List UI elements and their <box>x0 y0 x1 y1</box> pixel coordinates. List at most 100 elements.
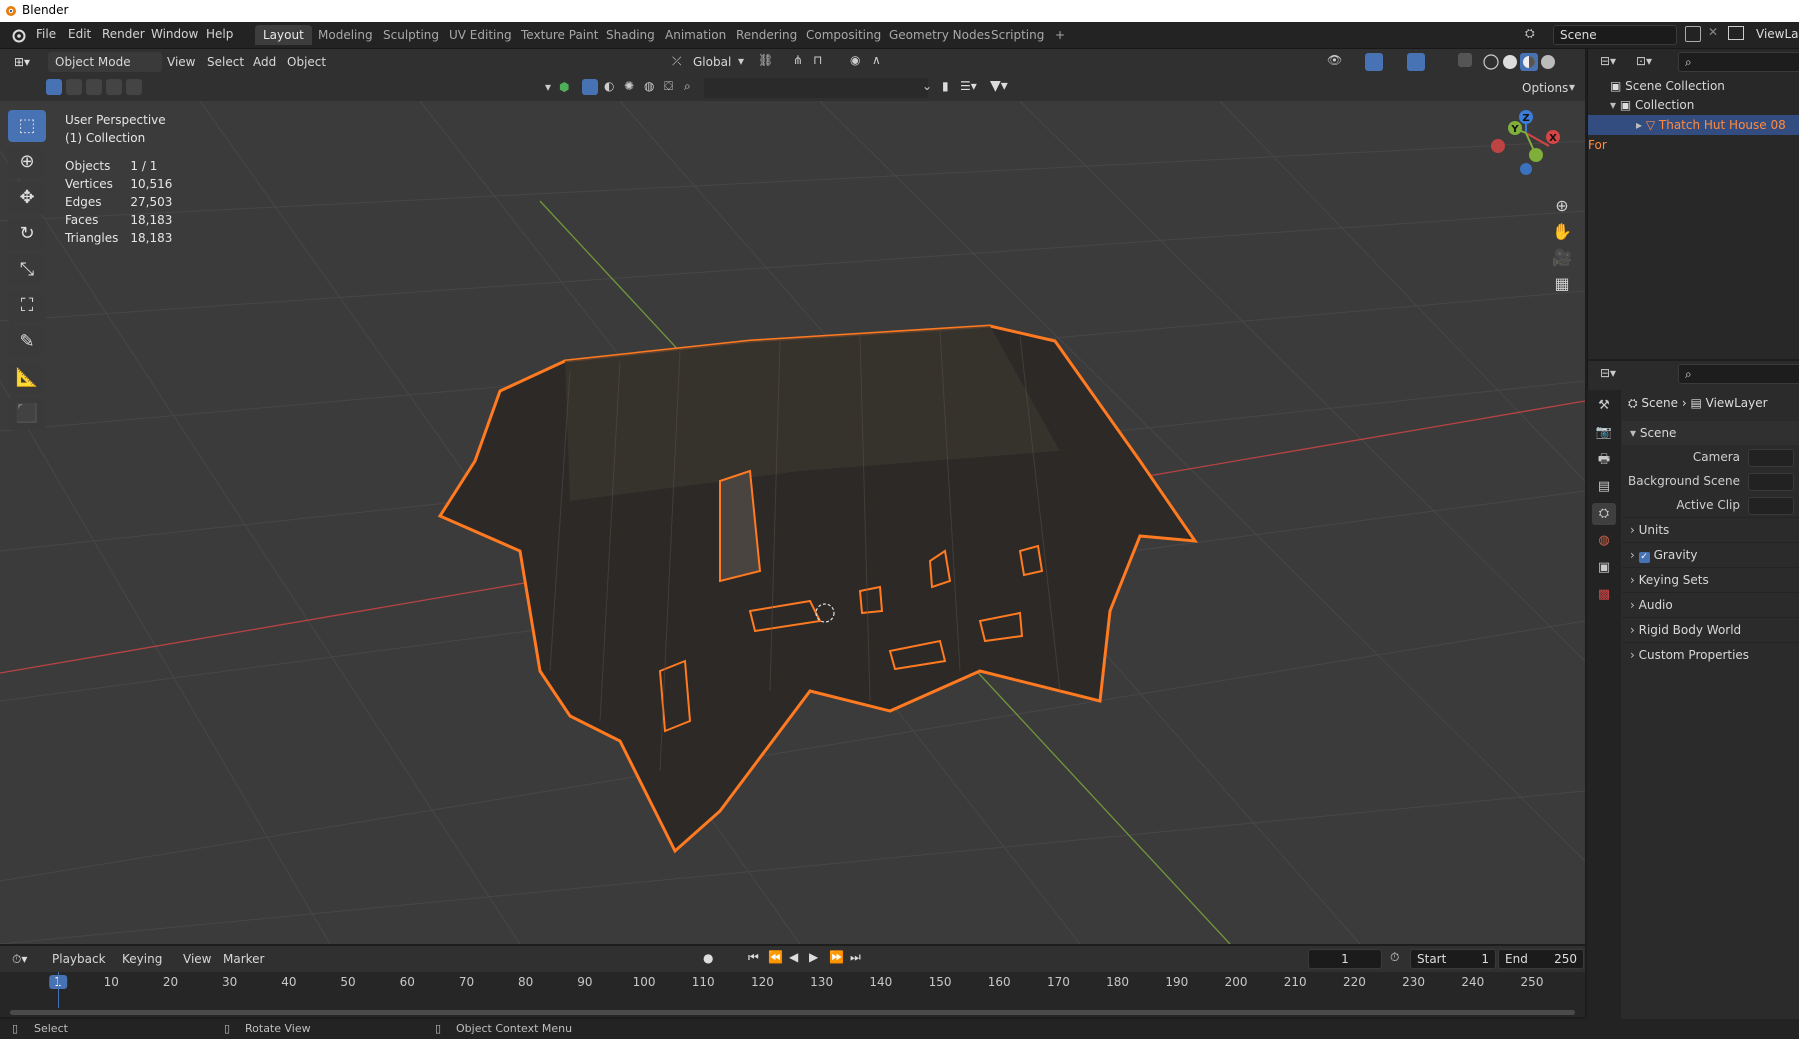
3d-viewport[interactable]: User Perspective (1) Collection Objects 1… <box>0 101 1585 944</box>
chevron-down-icon[interactable]: ▾ <box>1610 98 1620 112</box>
search-icon[interactable]: ⌕ <box>684 79 691 94</box>
viewport-menu-view[interactable]: View <box>167 53 195 71</box>
tab-rendering[interactable]: Rendering <box>728 25 805 45</box>
transform-tool-icon[interactable]: ⛶ <box>8 290 46 322</box>
chevron-right-icon[interactable]: › <box>1630 648 1639 662</box>
next-keyframe-icon[interactable]: ⏩ <box>829 950 844 964</box>
filter-world-icon[interactable]: ◍ <box>644 79 654 93</box>
snap-target-icon[interactable]: ⊓ <box>813 53 822 67</box>
falloff-icon[interactable]: ∧ <box>872 53 881 67</box>
select-mode-new-icon[interactable] <box>46 79 62 95</box>
xray-toggle-icon[interactable] <box>1458 53 1472 67</box>
outliner-display-mode-icon[interactable]: ⊟▾ <box>1600 54 1616 68</box>
tab-compositing[interactable]: Compositing <box>798 25 889 45</box>
record-icon[interactable]: ● <box>703 951 713 965</box>
scene-tab-icon[interactable]: ⛭ <box>1592 503 1616 525</box>
add-cube-tool-icon[interactable]: ⬛ <box>8 398 46 430</box>
scene-selector-icon[interactable]: ⛭ <box>1525 26 1535 41</box>
annotate-tool-icon[interactable]: ✎ <box>8 326 46 358</box>
gizmo-toggle-icon[interactable] <box>1365 53 1383 71</box>
viewport-search-input[interactable] <box>704 78 928 98</box>
subsection-rigid-body-world[interactable]: › Rigid Body World <box>1622 617 1799 642</box>
viewlayer-field[interactable]: ViewLay <box>1756 27 1799 41</box>
timeline-menu-view[interactable]: View <box>183 950 211 968</box>
chevron-right-icon[interactable]: › <box>1630 623 1639 637</box>
view-layer-tab-icon[interactable]: ▤ <box>1592 476 1616 498</box>
menu-file[interactable]: File <box>36 27 56 41</box>
mode-selector[interactable]: Object Mode <box>48 52 162 72</box>
chevron-down-icon[interactable]: ▾ <box>545 80 551 94</box>
menu-edit[interactable]: Edit <box>68 27 91 41</box>
ortho-toggle-icon[interactable]: ▦ <box>1549 271 1575 297</box>
play-icon[interactable]: ▶ <box>809 950 818 964</box>
chevron-down-icon[interactable]: ▾ <box>1630 426 1640 440</box>
editor-type-icon[interactable]: ⊞▾ <box>14 53 30 71</box>
cursor-tool-icon[interactable]: ⊕ <box>8 146 46 178</box>
bookmark-icon[interactable]: ▮ <box>942 79 949 93</box>
viewport-menu-select[interactable]: Select <box>207 53 244 71</box>
blender-menu-icon[interactable] <box>10 27 26 43</box>
chevron-right-icon[interactable]: › <box>1630 573 1639 587</box>
start-frame-field[interactable]: Start 1 <box>1410 949 1496 969</box>
menu-window[interactable]: Window <box>151 27 198 41</box>
options-dropdown[interactable]: Options <box>1522 79 1568 97</box>
scene-field[interactable]: Scene <box>1553 25 1677 45</box>
pan-hand-icon[interactable]: ✋ <box>1549 219 1575 245</box>
select-box-tool-icon[interactable]: ⬚ <box>8 110 46 142</box>
sort-icon[interactable]: ☰▾ <box>960 79 977 93</box>
select-mode-intersect-icon[interactable] <box>126 79 142 95</box>
world-tab-icon[interactable]: ◍ <box>1592 530 1616 552</box>
navigation-gizmo[interactable]: Z Y X <box>1480 101 1570 181</box>
pivot-point-icon[interactable]: ⛓ <box>758 53 773 67</box>
property-value-field[interactable] <box>1748 448 1794 467</box>
outliner-row-object[interactable]: ▸ ▽ Thatch Hut House 08 For <box>1588 115 1799 152</box>
object-type-filter-icon[interactable]: ⬢ <box>559 80 569 94</box>
chevron-right-icon[interactable]: › <box>1630 523 1639 537</box>
subsection-keying-sets[interactable]: › Keying Sets <box>1622 567 1799 592</box>
tab-layout[interactable]: Layout <box>255 25 312 45</box>
proportional-edit-icon[interactable]: ◉ <box>850 53 860 67</box>
render-tab-icon[interactable]: 📷 <box>1592 422 1616 444</box>
measure-tool-icon[interactable]: 📐 <box>8 362 46 394</box>
tab-uv-editing[interactable]: UV Editing <box>441 25 520 45</box>
timeline-menu-keying[interactable]: Keying <box>122 950 162 968</box>
filter-mesh-icon[interactable] <box>582 79 598 95</box>
subsection-units[interactable]: › Units <box>1622 517 1799 542</box>
selected-hut-model[interactable] <box>420 251 1210 871</box>
outliner-row-collection[interactable]: ▾ ▣ Collection <box>1610 95 1694 115</box>
menu-render[interactable]: Render <box>102 27 145 41</box>
viewlayer-icon[interactable] <box>1728 26 1744 40</box>
outliner-row-scene-collection[interactable]: ▣ Scene Collection <box>1610 76 1725 96</box>
end-frame-field[interactable]: End 250 <box>1498 949 1584 969</box>
tab-texture-paint[interactable]: Texture Paint <box>513 25 606 45</box>
outliner-filter-icon[interactable]: ⊡▾ <box>1636 54 1652 68</box>
play-reverse-icon[interactable]: ◀ <box>789 950 798 964</box>
filter-material-icon[interactable]: ◐ <box>604 79 614 93</box>
tab-shading[interactable]: Shading <box>598 25 663 45</box>
tab-animation[interactable]: Animation <box>657 25 734 45</box>
current-frame-field[interactable]: 1 <box>1308 949 1382 969</box>
move-tool-icon[interactable]: ✥ <box>8 182 46 214</box>
jump-end-icon[interactable]: ⏭ <box>850 950 861 965</box>
add-workspace-button[interactable]: + <box>1047 25 1073 45</box>
tool-tab-icon[interactable]: ⚒ <box>1592 395 1616 417</box>
timeline-menu-marker[interactable]: Marker <box>223 950 264 968</box>
prev-keyframe-icon[interactable]: ⏪ <box>768 950 783 964</box>
visibility-icon[interactable]: 👁 <box>1327 53 1342 67</box>
rotate-tool-icon[interactable]: ↻ <box>8 218 46 250</box>
timeline-body[interactable]: 1102030405060708090100110120130140150160… <box>0 972 1585 1017</box>
tab-geometry-nodes[interactable]: Geometry Nodes <box>881 25 998 45</box>
chevron-down-icon[interactable]: ▾ <box>738 54 744 68</box>
subsection-audio[interactable]: › Audio <box>1622 592 1799 617</box>
overlay-toggle-icon[interactable] <box>1407 53 1425 71</box>
tab-scripting[interactable]: Scripting <box>983 25 1052 45</box>
timeline-scrollbar[interactable] <box>10 1010 1575 1015</box>
menu-help[interactable]: Help <box>206 27 233 41</box>
delete-scene-icon[interactable]: ✕ <box>1708 25 1718 39</box>
property-field-row[interactable]: Active Clip <box>1622 493 1799 517</box>
section-scene-header[interactable]: ▾ Scene <box>1622 421 1799 445</box>
property-value-field[interactable] <box>1748 496 1794 515</box>
clear-search-icon[interactable]: ⌄ <box>922 79 932 93</box>
viewport-menu-add[interactable]: Add <box>253 53 276 71</box>
filter-scene-icon[interactable]: ⛋ <box>664 79 673 94</box>
